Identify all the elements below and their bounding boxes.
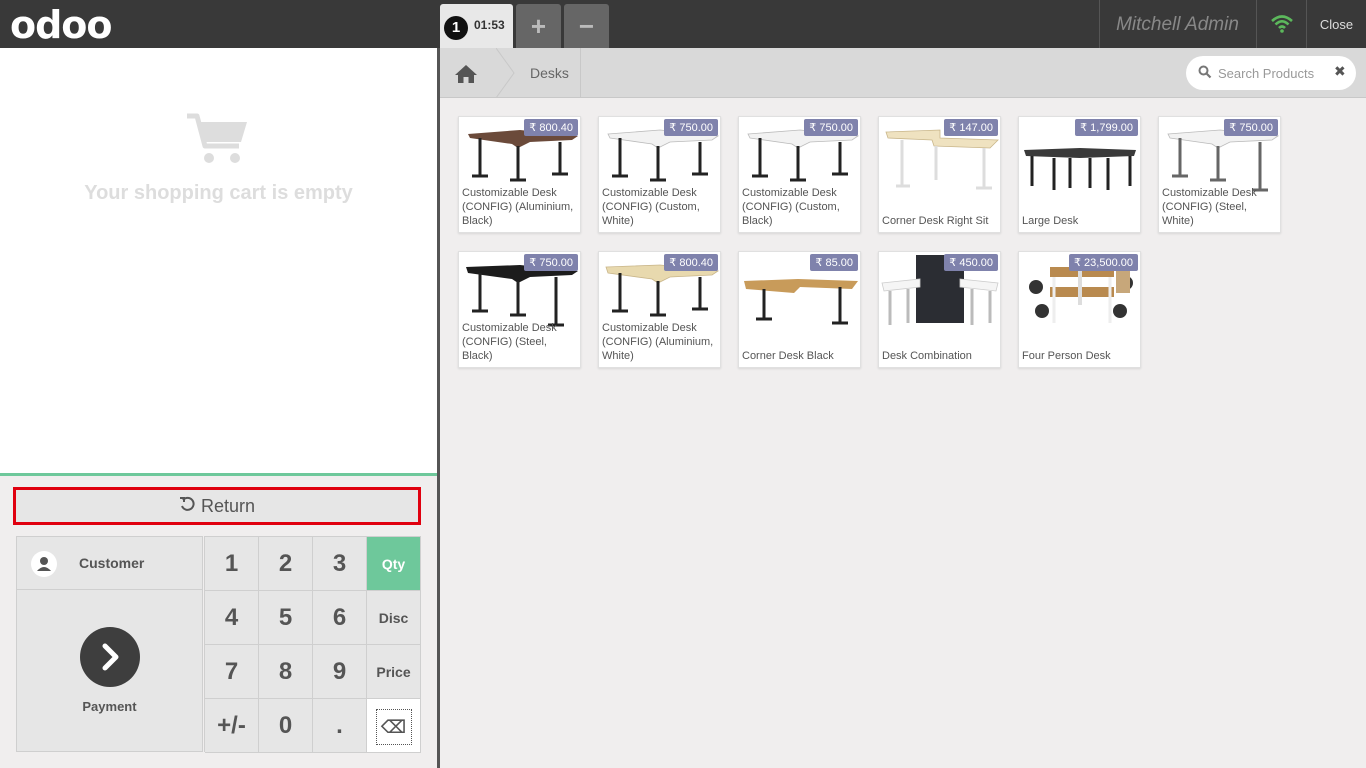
product-price: ₹ 23,500.00 — [1069, 254, 1138, 271]
product-name: Customizable Desk (CONFIG) (Steel, Black… — [462, 322, 557, 362]
product-name: Corner Desk Black — [742, 350, 834, 362]
product-card[interactable]: ₹ 1,799.00 Large Desk — [1018, 116, 1141, 233]
product-price: ₹ 750.00 — [524, 254, 578, 271]
product-card[interactable]: ₹ 800.40 Customizable Desk (CONFIG) (Alu… — [458, 116, 581, 233]
product-card[interactable]: ₹ 750.00 Customizable Desk (CONFIG) (Ste… — [1158, 116, 1281, 233]
product-card[interactable]: ₹ 750.00 Customizable Desk (CONFIG) (Ste… — [458, 251, 581, 368]
product-card[interactable]: ₹ 800.40 Customizable Desk (CONFIG) (Alu… — [598, 251, 721, 368]
product-name: Four Person Desk — [1022, 350, 1111, 362]
product-price: ₹ 450.00 — [944, 254, 998, 271]
product-name: Customizable Desk (CONFIG) (Custom, Blac… — [742, 187, 840, 227]
numpad-key-2[interactable]: 2 — [259, 537, 313, 591]
actions-pad: Customer Payment — [16, 536, 203, 752]
numpad-key-9[interactable]: 9 — [313, 645, 367, 699]
product-price: ₹ 750.00 — [804, 119, 858, 136]
search-input[interactable] — [1218, 63, 1328, 83]
order-cart: Your shopping cart is empty — [0, 48, 437, 476]
product-price: ₹ 750.00 — [664, 119, 718, 136]
wifi-icon — [1271, 15, 1293, 33]
product-name: Corner Desk Right Sit — [882, 215, 989, 227]
breadcrumb-divider — [580, 48, 581, 98]
numpad-key-plusminus[interactable]: +/- — [205, 699, 259, 753]
undo-icon — [179, 490, 195, 522]
numpad-key-6[interactable]: 6 — [313, 591, 367, 645]
shopping-cart-icon — [187, 113, 247, 163]
home-icon — [455, 65, 477, 83]
payment-button[interactable] — [80, 627, 140, 687]
numpad-key-4[interactable]: 4 — [205, 591, 259, 645]
product-price: ₹ 1,799.00 — [1075, 119, 1138, 136]
product-price: ₹ 800.40 — [524, 119, 578, 136]
backspace-icon: ⌫ — [375, 709, 412, 745]
product-card[interactable]: ₹ 450.00 Desk Combination — [878, 251, 1001, 368]
connection-status[interactable] — [1256, 0, 1306, 48]
breadcrumb-separator — [496, 48, 515, 98]
numpad-key-dot[interactable]: . — [313, 699, 367, 753]
numpad-mode-qty[interactable]: Qty — [367, 537, 421, 591]
breadcrumb: Desks ✖ — [440, 48, 1366, 98]
order-tab[interactable]: 1 01:53 — [440, 4, 513, 48]
product-name: Customizable Desk (CONFIG) (Custom, Whit… — [602, 187, 700, 227]
order-number-badge: 1 — [444, 16, 468, 40]
numpad-key-7[interactable]: 7 — [205, 645, 259, 699]
return-button[interactable]: Return — [13, 487, 421, 525]
product-name: Customizable Desk (CONFIG) (Steel, White… — [1162, 187, 1257, 227]
search-box: ✖ — [1186, 56, 1356, 90]
new-order-button[interactable]: + — [516, 4, 561, 48]
product-price: ₹ 147.00 — [944, 119, 998, 136]
delete-order-button[interactable]: − — [564, 4, 609, 48]
product-card[interactable]: ₹ 750.00 Customizable Desk (CONFIG) (Cus… — [738, 116, 861, 233]
payment-label: Payment — [82, 699, 137, 714]
product-card[interactable]: ₹ 750.00 Customizable Desk (CONFIG) (Cus… — [598, 116, 721, 233]
numpad: 1 2 3 Qty 4 5 6 Disc 7 8 9 Price +/- 0 .… — [204, 536, 421, 753]
chevron-right-icon — [102, 643, 119, 671]
numpad-mode-price[interactable]: Price — [367, 645, 421, 699]
product-price: ₹ 85.00 — [810, 254, 858, 271]
home-button[interactable] — [440, 48, 496, 98]
customer-label: Customer — [79, 555, 145, 571]
numpad-key-3[interactable]: 3 — [313, 537, 367, 591]
search-icon — [1198, 65, 1212, 79]
numpad-backspace[interactable]: ⌫ — [367, 699, 421, 753]
numpad-key-8[interactable]: 8 — [259, 645, 313, 699]
product-price: ₹ 800.40 — [664, 254, 718, 271]
numpad-mode-disc[interactable]: Disc — [367, 591, 421, 645]
user-name: Mitchell Admin — [1099, 0, 1255, 48]
order-time: 01:53 — [474, 18, 505, 32]
product-price: ₹ 750.00 — [1224, 119, 1278, 136]
product-name: Customizable Desk (CONFIG) (Aluminium, W… — [602, 322, 714, 362]
odoo-logo: odoo — [10, 3, 113, 47]
product-list: ₹ 800.40 Customizable Desk (CONFIG) (Alu… — [458, 116, 1358, 376]
empty-cart-message: Your shopping cart is empty — [84, 182, 353, 204]
product-screen: Desks ✖ ₹ 800.40 Customizable Desk (CONF… — [440, 48, 1366, 768]
return-label: Return — [200, 496, 256, 516]
product-name: Desk Combination — [882, 350, 972, 362]
product-name: Customizable Desk (CONFIG) (Aluminium, B… — [462, 187, 574, 227]
breadcrumb-category[interactable]: Desks — [530, 65, 569, 81]
product-card[interactable]: ₹ 147.00 Corner Desk Right Sit — [878, 116, 1001, 233]
user-icon — [31, 551, 57, 577]
numpad-key-1[interactable]: 1 — [205, 537, 259, 591]
close-button[interactable]: Close — [1306, 0, 1366, 48]
product-name: Large Desk — [1022, 215, 1079, 227]
customer-button[interactable]: Customer — [17, 537, 202, 590]
numpad-key-0[interactable]: 0 — [259, 699, 313, 753]
numpad-key-5[interactable]: 5 — [259, 591, 313, 645]
product-card[interactable]: ₹ 85.00 Corner Desk Black — [738, 251, 861, 368]
product-card[interactable]: ₹ 23,500.00 Four Person Desk — [1018, 251, 1141, 368]
top-bar: odoo 1 01:53 + − Mitchell Admin Close — [0, 0, 1366, 48]
order-panel: Your shopping cart is empty Return Custo… — [0, 48, 437, 768]
clear-search-icon[interactable]: ✖ — [1334, 63, 1346, 80]
